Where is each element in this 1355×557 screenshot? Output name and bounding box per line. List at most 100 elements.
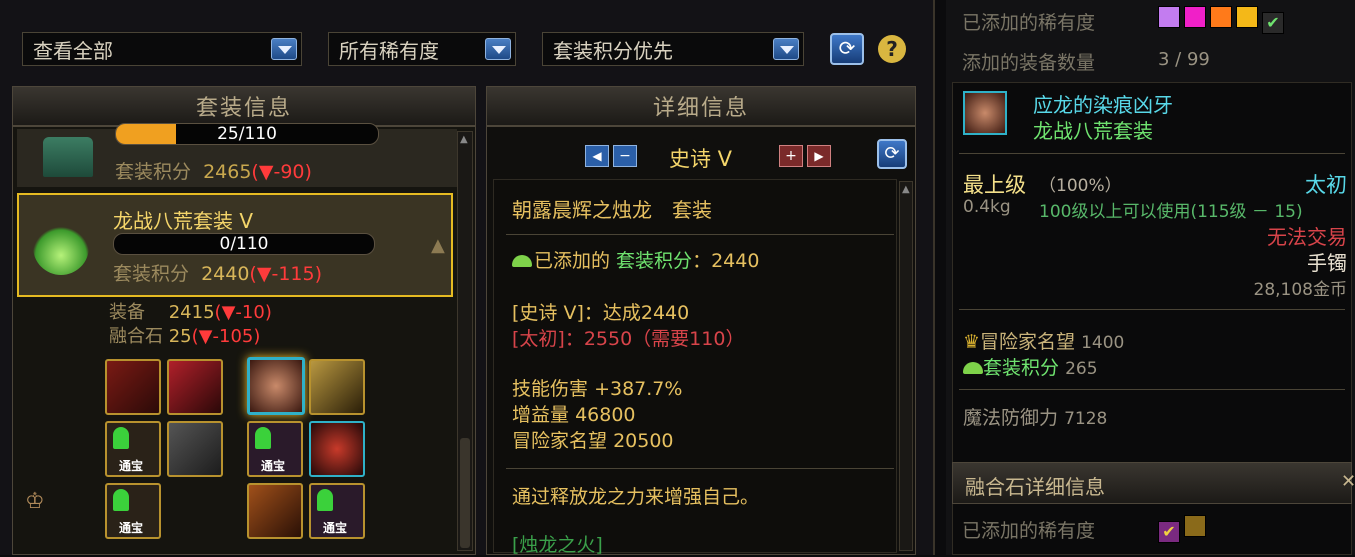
rarity-swatch[interactable] [1184,515,1206,537]
rarity-swatch[interactable] [1158,6,1180,28]
fusion-header-title: 融合石详细信息 [965,475,1105,499]
set-prev-delta-open: ( [251,161,259,183]
scroll-thumb[interactable] [460,438,470,548]
item-name: 应龙的染痕凶牙 [1033,93,1173,117]
set-progress: 0/110 [113,233,375,255]
added-label: 已添加的 [534,250,617,272]
set-row-prev[interactable]: 25/110 套装积分 2465(▼-90) [17,123,457,187]
tongbao-tag: 通宝 [323,521,348,535]
set-prev-score-label: 套装积分 [115,161,192,183]
trade-status: 无法交易 [1267,225,1347,249]
equip-label: 装备 [109,302,145,323]
tongbao-tag: 通宝 [119,521,144,535]
level-label: 最上级 [963,173,1026,197]
grade-plus-button[interactable]: + [779,145,803,167]
set-list-scrollbar[interactable]: ▲ [457,131,473,551]
rarity-swatch[interactable] [1210,6,1232,28]
check-icon[interactable]: ✔ [1158,521,1180,543]
item-slot-8[interactable] [309,421,365,477]
crown-icon: ♛ [963,331,981,353]
item-slot-1[interactable] [105,359,161,415]
count-value: 3 / 99 [1158,49,1210,70]
set-name: 龙战八荒套装 V [113,209,254,233]
set-description: 通过释放龙之力来增强自己。 [512,486,760,508]
grade-label: 史诗 V [669,147,733,171]
fame-line: ♛冒险家名望 1400 [963,327,1124,354]
fusion-rarity-label: 已添加的稀有度 [962,520,1096,542]
set-prev-progress: 25/110 [115,123,379,145]
stat-value: 20500 [613,430,674,452]
item-slot-6[interactable] [167,421,223,477]
refresh-icon[interactable]: ⟳ [877,139,907,169]
item-slot-11[interactable]: 通宝 [309,483,365,539]
grade-last-button[interactable]: ▶ [807,145,831,167]
help-icon[interactable]: ? [878,35,906,63]
set-prev-delta-close: ) [304,161,312,183]
item-slot-5[interactable]: 通宝 [105,421,161,477]
chevron-down-icon[interactable] [773,38,799,60]
stats-block: 技能伤害 +387.7% 增益量 46800 冒险家名望 20500 [512,376,682,454]
set-row-selected[interactable]: 龙战八荒套装 V 0/110 ▲ 套装积分 2440(▼-115) [17,193,453,297]
fame-value: 1400 [1081,333,1125,353]
rarity-label: 已添加的稀有度 [962,12,1096,34]
stat-label: 技能伤害 [512,378,589,400]
grade-minus-button[interactable]: − [613,145,637,167]
slot-type: 手镯 [1307,251,1347,275]
mid-panel-title: 详细信息 [652,96,749,121]
weight: 0.4kg [963,197,1011,217]
collapse-arrow-icon[interactable]: ▲ [431,235,445,256]
added-score-line: 已添加的 套装积分：2440 [512,246,759,273]
sort-dropdown[interactable]: 套装积分优先 [542,32,804,66]
item-slot-2[interactable] [167,359,223,415]
stat-value: +387.7% [594,378,683,400]
rarity-swatches: ✔ [1158,6,1288,34]
check-icon[interactable]: ✔ [1262,12,1284,34]
refresh-icon[interactable]: ⟳ [830,33,864,65]
item-slot-4[interactable] [309,359,365,415]
stat-label: 增益量 [512,404,570,426]
chevron-down-icon[interactable] [271,38,297,60]
set-prev-score: 套装积分 2465(▼-90) [115,157,312,184]
tier-label: 太初 [1305,173,1347,197]
robe-icon [43,137,93,177]
chevron-down-icon[interactable] [485,38,511,60]
rarity-swatch[interactable] [1236,6,1258,28]
rarity-dropdown[interactable]: 所有稀有度 [328,32,516,66]
mdef-label: 魔法防御力 [963,407,1059,429]
person-icon [113,489,129,511]
detail-scrollbar[interactable]: ▲ [899,181,913,551]
item-slot-selected[interactable] [247,357,305,415]
item-slot-10[interactable] [247,483,303,539]
set-score-label: 套装积分 [113,263,190,285]
grade-first-button[interactable]: ◀ [585,145,609,167]
set-breakdown: 装备 2415(▼-10) 融合石 25(▼-105) [109,302,272,347]
person-icon [113,427,129,449]
close-icon[interactable]: ✕ [1341,471,1355,492]
left-panel-header: 套装信息 [12,86,476,126]
set-score-label: 套装积分 [983,357,1060,379]
set-delta: -115 [271,263,315,285]
taichu-line: [太初]：2550（需要110） [512,328,745,350]
detail-content: 朝露晨辉之烛龙 套装 已添加的 套装积分：2440 [史诗 V]：达成2440 … [493,179,897,556]
detail-panel: ◀ − 史诗 V + ▶ ⟳ 朝露晨辉之烛龙 套装 已添加的 套装积分：2440… [486,126,916,556]
mdef-line: 魔法防御力 7128 [963,403,1107,430]
set-prev-score-value: 2465 [203,161,252,183]
scroll-up-icon[interactable]: ▲ [460,134,468,145]
rarity-swatch[interactable] [1184,6,1206,28]
set-panel: 查看全部 所有稀有度 套装积分优先 ⟳ ? 套装信息 25/110 套装积分 2… [0,0,935,556]
set-score: 套装积分 2440(▼-115) [113,259,322,286]
item-slot-7[interactable]: 通宝 [247,421,303,477]
score-value: ：2440 [692,250,760,272]
fame-label: 冒险家名望 [980,331,1076,353]
item-slot-9[interactable]: 通宝 [105,483,161,539]
view-dropdown-value: 查看全部 [33,38,113,63]
mdef-value: 7128 [1064,409,1108,429]
fusion-rarity-swatches: ✔ [1158,515,1210,543]
tongbao-tag: 通宝 [119,459,144,473]
set-list: 25/110 套装积分 2465(▼-90) 龙战八荒套装 V 0/110 ▲ … [12,123,476,555]
scroll-up-icon[interactable]: ▲ [902,184,910,195]
level-pct: （100%） [1039,176,1122,196]
set-bonus-icon: ♔ [25,489,45,514]
score-emblem-icon [963,362,983,374]
view-dropdown[interactable]: 查看全部 [22,32,302,66]
